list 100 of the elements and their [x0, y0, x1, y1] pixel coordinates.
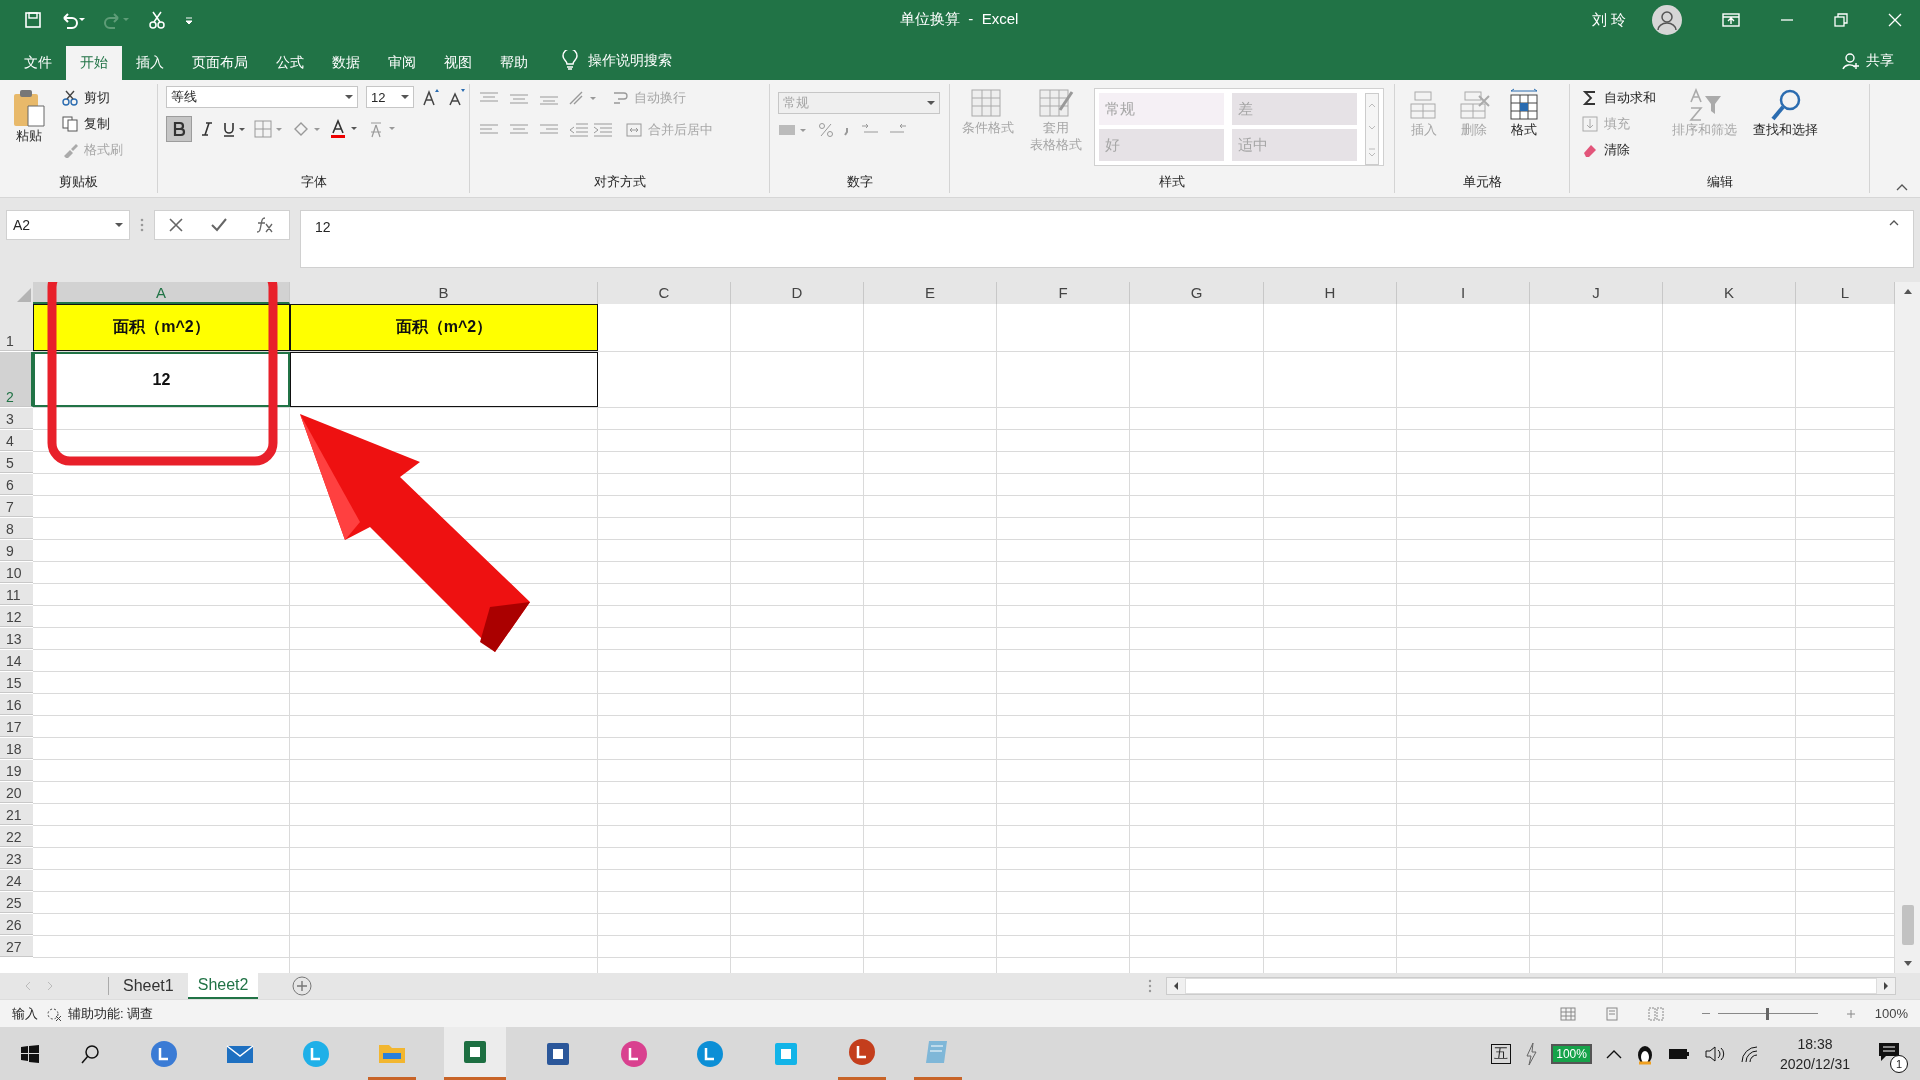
clock-date[interactable]: 2020/12/31	[1779, 1055, 1850, 1072]
menu-tab[interactable]: 数据	[318, 46, 374, 80]
row-header[interactable]: 22	[0, 826, 33, 847]
scrollbar-thumb[interactable]	[1185, 978, 1877, 994]
column-header[interactable]: K	[1663, 282, 1796, 304]
row-header[interactable]: 14	[0, 650, 33, 671]
column-header[interactable]: A	[33, 282, 290, 304]
function-icon[interactable]	[255, 216, 275, 234]
customize-icon[interactable]	[184, 15, 194, 25]
collapse-ribbon-icon[interactable]	[1896, 183, 1908, 191]
row-header[interactable]: 21	[0, 804, 33, 825]
row-header[interactable]: 16	[0, 694, 33, 715]
row-header[interactable]: 9	[0, 540, 33, 561]
save-icon[interactable]	[24, 11, 42, 29]
column-header[interactable]: D	[731, 282, 864, 304]
row-header[interactable]: 3	[0, 408, 33, 429]
menu-tab[interactable]: 视图	[430, 46, 486, 80]
lightbulb-icon[interactable]	[562, 50, 578, 70]
taskbar-app[interactable]	[444, 1027, 506, 1080]
find-select-button[interactable]: 查找和选择	[1749, 86, 1822, 141]
row-header[interactable]: 8	[0, 518, 33, 539]
row-header[interactable]: 19	[0, 760, 33, 781]
percent-icon[interactable]	[818, 122, 834, 138]
indent-icon[interactable]	[568, 122, 614, 138]
row-header[interactable]: 2	[0, 352, 33, 407]
italic-icon[interactable]	[200, 121, 214, 137]
row-header[interactable]: 10	[0, 562, 33, 583]
horizontal-scrollbar[interactable]	[1166, 977, 1896, 995]
battery-icon[interactable]	[1667, 1046, 1690, 1061]
name-box[interactable]: A2	[6, 210, 130, 240]
restore-icon[interactable]	[1834, 13, 1848, 27]
accessibility-status[interactable]: 辅助功能: 调查	[68, 1004, 154, 1023]
search-icon[interactable]	[80, 1043, 100, 1064]
zoom-level[interactable]: 100%	[1864, 1006, 1908, 1021]
redo-icon[interactable]	[104, 11, 130, 29]
paste-button[interactable]: 粘贴	[8, 86, 50, 147]
bold-button[interactable]	[166, 116, 192, 142]
volume-icon[interactable]	[1703, 1044, 1726, 1063]
undo-icon[interactable]	[60, 11, 86, 29]
column-header[interactable]: C	[598, 282, 731, 304]
row-header[interactable]: 20	[0, 782, 33, 803]
row-header[interactable]: 18	[0, 738, 33, 759]
drag-handle-icon[interactable]	[140, 218, 144, 232]
checkmark-icon[interactable]	[211, 218, 227, 232]
cancel-icon[interactable]	[169, 218, 183, 232]
input-method-indicator[interactable]: 五	[1491, 1043, 1512, 1064]
menu-tab[interactable]: 帮助	[486, 46, 542, 80]
row-header[interactable]: 15	[0, 672, 33, 693]
font-size-field[interactable]: 12	[366, 86, 414, 108]
column-header[interactable]: F	[997, 282, 1130, 304]
notification-icon[interactable]	[1878, 1042, 1900, 1062]
font-color-icon[interactable]	[330, 119, 360, 139]
share-link[interactable]: 共享	[1866, 52, 1894, 70]
row-header[interactable]: 1	[0, 304, 33, 351]
row-header[interactable]: 27	[0, 936, 33, 957]
row-header[interactable]: 23	[0, 848, 33, 869]
scissors-icon[interactable]	[148, 11, 166, 29]
zoom-in-icon[interactable]	[1846, 1008, 1856, 1019]
clipboard-button[interactable]: 剪切	[58, 86, 127, 110]
row-header[interactable]: 12	[0, 606, 33, 627]
formula-field[interactable]: 12	[300, 210, 1914, 268]
search-label[interactable]: 操作说明搜索	[588, 52, 672, 70]
row-header[interactable]: 17	[0, 716, 33, 737]
menu-tab[interactable]: 插入	[122, 46, 178, 80]
clear-button[interactable]: 清除	[1578, 138, 1660, 162]
row-header[interactable]: 7	[0, 496, 33, 517]
shrink-font-icon[interactable]	[448, 88, 466, 106]
clock-time[interactable]: 18:38	[1797, 1035, 1833, 1052]
sheet-tab[interactable]: Sheet2	[187, 973, 259, 999]
chevron-up-icon[interactable]	[1605, 1048, 1622, 1059]
column-header[interactable]: H	[1264, 282, 1397, 304]
row-header[interactable]: 24	[0, 870, 33, 891]
expand-icon[interactable]	[1889, 219, 1899, 227]
scroll-right-icon[interactable]	[1881, 980, 1891, 992]
close-icon[interactable]	[1888, 13, 1902, 27]
grow-font-icon[interactable]	[422, 88, 440, 106]
row-header[interactable]: 13	[0, 628, 33, 649]
add-sheet-icon[interactable]	[292, 976, 313, 996]
normal-view-icon[interactable]	[1560, 1006, 1576, 1021]
row-header[interactable]: 5	[0, 452, 33, 473]
column-header[interactable]: J	[1530, 282, 1663, 304]
underline-icon[interactable]	[222, 121, 246, 137]
row-header[interactable]: 4	[0, 430, 33, 451]
avatar-icon[interactable]	[1652, 5, 1682, 35]
wifi-icon[interactable]	[1739, 1044, 1760, 1063]
start-icon[interactable]	[20, 1043, 40, 1064]
sheet-tab[interactable]: Sheet1	[113, 973, 184, 999]
format-button[interactable]: 格式	[1503, 86, 1545, 141]
row-header[interactable]: 6	[0, 474, 33, 495]
column-header[interactable]: E	[864, 282, 997, 304]
menu-tab[interactable]: 开始	[66, 46, 122, 80]
font-name-field[interactable]: 等线	[166, 86, 358, 108]
menu-tab[interactable]: 页面布局	[178, 46, 262, 80]
share-icon[interactable]	[1842, 52, 1860, 70]
menu-tab[interactable]: 公式	[262, 46, 318, 80]
column-header[interactable]: G	[1130, 282, 1264, 304]
fill-color-icon[interactable]	[292, 120, 322, 138]
autosum-button[interactable]: 自动求和	[1578, 86, 1660, 110]
zoom-slider-thumb[interactable]	[1766, 1007, 1769, 1020]
scrollbar-thumb[interactable]	[1901, 905, 1914, 945]
